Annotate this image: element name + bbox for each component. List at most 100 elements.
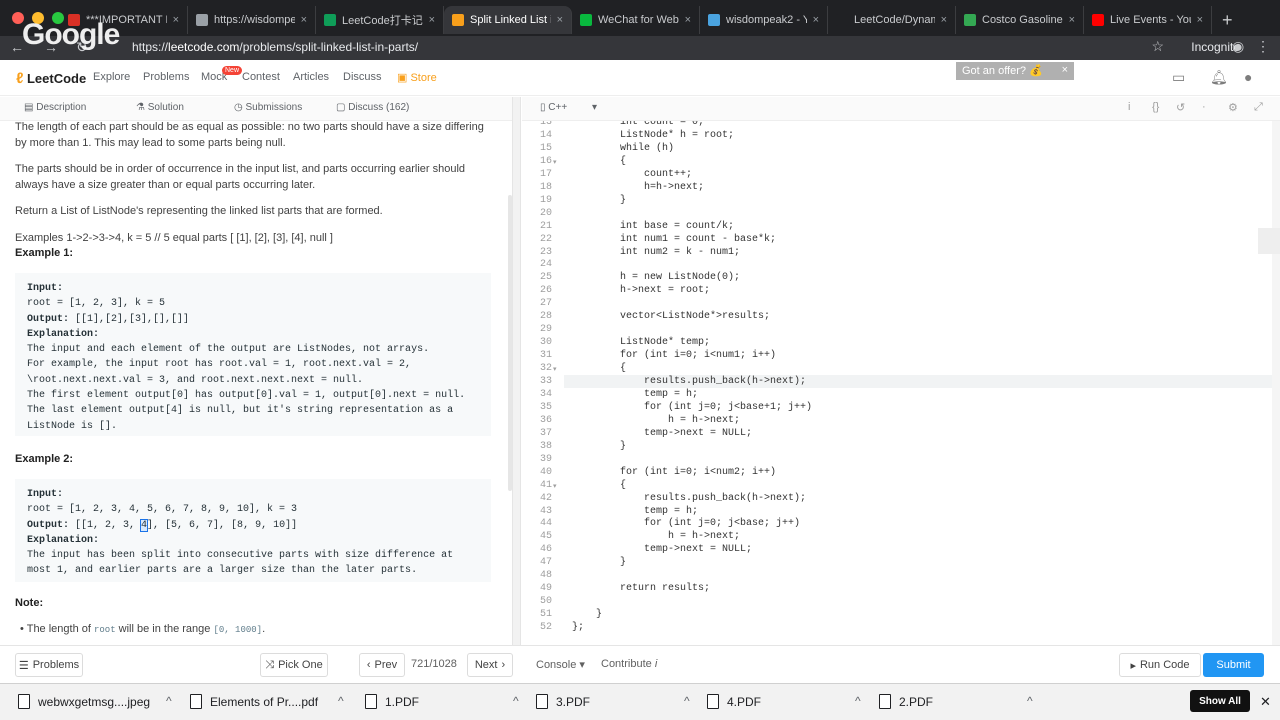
- line-number: 17: [539, 168, 552, 180]
- tab-description-label: Description: [36, 102, 87, 113]
- tab-solution[interactable]: ⚗ Solution: [136, 102, 184, 113]
- bell-icon[interactable]: 🔔︎: [1210, 69, 1228, 86]
- line-number: 29: [539, 324, 552, 336]
- next-button[interactable]: Next ›: [467, 653, 513, 677]
- editor-scroll-thumb[interactable]: [1258, 228, 1280, 254]
- editor-scrollbar[interactable]: [1272, 121, 1280, 645]
- browser-tab[interactable]: LeetCode/Dynamic ×: [828, 6, 956, 34]
- chevron-up-icon[interactable]: ^: [1027, 694, 1033, 708]
- console-toggle[interactable]: Console ▾: [536, 658, 585, 671]
- problems-button[interactable]: ☰ Problems: [15, 653, 83, 677]
- nav-problems[interactable]: Problems: [143, 71, 189, 83]
- pane-splitter[interactable]: [512, 97, 521, 645]
- description-paragraph: Examples 1->2->3->4, k = 5 // 5 equal pa…: [15, 232, 333, 244]
- close-tab-icon[interactable]: ×: [429, 14, 435, 26]
- tab-title: Costco Gasoline: [982, 14, 1063, 26]
- line-number: 19: [539, 194, 552, 206]
- fullscreen-icon[interactable]: ⤢: [1254, 101, 1263, 114]
- incognito-icon: ◉: [1232, 38, 1245, 54]
- contribute-label: Contribute: [601, 658, 652, 670]
- close-tab-icon[interactable]: ×: [1197, 14, 1203, 26]
- close-tab-icon[interactable]: ×: [173, 14, 179, 26]
- close-icon[interactable]: ✕: [1260, 694, 1271, 710]
- fold-arrow-icon[interactable]: ▾: [553, 482, 557, 490]
- code-line: count++;: [572, 168, 693, 180]
- tab-submissions[interactable]: ◷ Submissions: [234, 102, 302, 113]
- code-line: {: [572, 479, 627, 491]
- bug-icon[interactable]: ·: [1202, 101, 1206, 113]
- tab-description[interactable]: ▤ Description: [24, 102, 86, 113]
- close-tab-icon[interactable]: ×: [813, 14, 819, 26]
- pick-one-button[interactable]: ⤨ Pick One: [260, 653, 328, 677]
- close-tab-icon[interactable]: ×: [1069, 14, 1075, 26]
- close-tab-icon[interactable]: ×: [301, 14, 307, 26]
- code-editor[interactable]: 13 int count = 0; 14 ListNode* h = root; 1…: [522, 121, 1272, 645]
- browser-tab[interactable]: LeetCode打卡记录 ×: [316, 6, 444, 34]
- prev-button[interactable]: ‹ Prev: [359, 653, 405, 677]
- browser-tab[interactable]: Split Linked List in ×: [444, 6, 572, 34]
- fold-arrow-icon[interactable]: ▾: [553, 158, 557, 166]
- show-all-button[interactable]: Show All: [1190, 690, 1250, 712]
- code-line: results.push_back(h->next);: [572, 376, 807, 387]
- download-item[interactable]: 2.PDF: [879, 694, 933, 709]
- download-filename: 2.PDF: [899, 694, 934, 709]
- browser-tab[interactable]: wisdompeak2 - Y ×: [700, 6, 828, 34]
- tab-discuss[interactable]: ▢ Discuss (162): [336, 102, 409, 113]
- nav-articles[interactable]: Articles: [293, 71, 329, 83]
- user-avatar-icon[interactable]: ●: [1244, 69, 1252, 85]
- url-field[interactable]: https://leetcode.com/problems/split-link…: [132, 40, 418, 54]
- download-item[interactable]: 4.PDF: [707, 694, 761, 709]
- nav-explore[interactable]: Explore: [93, 71, 130, 83]
- chevron-up-icon[interactable]: ^: [513, 694, 519, 708]
- code-line: temp->next = NULL;: [572, 544, 753, 556]
- site-logo[interactable]: ℓ LeetCode: [16, 70, 86, 87]
- close-icon[interactable]: ×: [1062, 64, 1068, 76]
- description-paragraph: Return a List of ListNode's representing…: [15, 205, 383, 217]
- code-line: h = h->next;: [572, 414, 741, 426]
- info-icon[interactable]: i: [1128, 101, 1130, 113]
- chevron-up-icon[interactable]: ^: [684, 694, 690, 708]
- download-item[interactable]: Elements of Pr....pdf: [190, 694, 318, 709]
- line-number: 32: [539, 363, 552, 375]
- language-select[interactable]: ▯ C++ ▾: [540, 102, 600, 113]
- url-domain: leetcode.com: [168, 40, 240, 54]
- close-tab-icon[interactable]: ×: [557, 14, 563, 26]
- offer-banner[interactable]: Got an offer? 💰 ×: [956, 62, 1074, 80]
- problem-description: The length of each part should be as equ…: [0, 121, 510, 645]
- submit-button[interactable]: Submit: [1203, 653, 1264, 677]
- console-icon[interactable]: ▭: [1172, 69, 1185, 86]
- bookmark-star-icon[interactable]: ☆: [1151, 38, 1164, 55]
- download-item[interactable]: 3.PDF: [536, 694, 590, 709]
- browser-tab[interactable]: Costco Gasoline ×: [956, 6, 1084, 34]
- explanation-line: most 1, and earlier parts are a larger s…: [27, 565, 418, 577]
- close-tab-icon[interactable]: ×: [685, 14, 691, 26]
- shuffle-icon: ⤨: [265, 658, 275, 671]
- run-code-button[interactable]: ▸ Run Code: [1119, 653, 1201, 677]
- chevron-up-icon[interactable]: ^: [855, 694, 861, 708]
- nav-contest[interactable]: Contest: [242, 71, 280, 83]
- browser-tab[interactable]: https://wisdompe ×: [188, 6, 316, 34]
- nav-discuss[interactable]: Discuss: [343, 71, 382, 83]
- fold-arrow-icon[interactable]: ▾: [553, 365, 557, 373]
- code-line: for (int j=0; j<base; j++): [572, 518, 801, 530]
- download-item[interactable]: 1.PDF: [365, 694, 419, 709]
- new-tab-icon[interactable]: +: [1222, 6, 1233, 36]
- download-item[interactable]: webwxgetmsg....jpeg: [18, 694, 150, 709]
- reset-icon[interactable]: ↺: [1176, 101, 1185, 114]
- example-input: root = [1, 2, 3], k = 5: [27, 298, 166, 310]
- chevron-up-icon[interactable]: ^: [338, 694, 344, 708]
- chevron-up-icon[interactable]: ^: [166, 694, 172, 708]
- line-number: 37: [539, 427, 552, 439]
- browser-tab[interactable]: WeChat for Web ×: [572, 6, 700, 34]
- line-number: 15: [539, 142, 552, 154]
- browser-tab[interactable]: Live Events - YouT ×: [1084, 6, 1212, 34]
- nav-store[interactable]: ▣ Store: [397, 71, 437, 84]
- chrome-menu-icon[interactable]: ⋮: [1256, 38, 1270, 55]
- settings-icon[interactable]: ⚙: [1228, 101, 1238, 114]
- close-tab-icon[interactable]: ×: [941, 14, 947, 26]
- explanation-line: The last element output[4] is null, but …: [27, 405, 454, 417]
- tab-title: Split Linked List in: [470, 14, 551, 26]
- braces-icon[interactable]: {}: [1152, 101, 1159, 113]
- code-line: }: [572, 609, 603, 621]
- contribute-link[interactable]: Contribute i: [601, 658, 657, 670]
